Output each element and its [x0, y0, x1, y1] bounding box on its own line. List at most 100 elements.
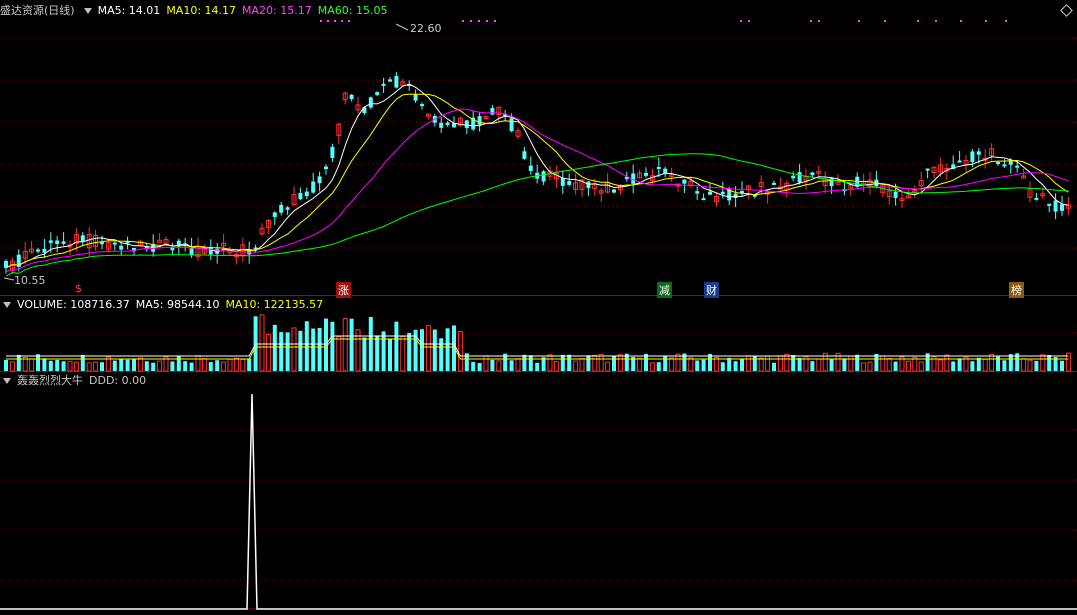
- volume-bar: [791, 354, 796, 371]
- volume-bar: [195, 355, 201, 372]
- candle-body: [80, 235, 85, 242]
- volume-bar: [515, 358, 521, 372]
- volume-bar: [605, 361, 611, 372]
- candle-body: [61, 241, 66, 244]
- volume-bar: [80, 354, 85, 371]
- candle-body: [996, 161, 1000, 164]
- volume-bar: [471, 361, 476, 371]
- volume-bar: [394, 321, 399, 371]
- volume-bar: [208, 362, 213, 371]
- volume-bar: [55, 359, 60, 371]
- volume-bar: [86, 362, 92, 372]
- volume-bar: [483, 355, 489, 372]
- volume-bar: [535, 362, 540, 371]
- candle-body: [528, 165, 533, 171]
- volume-bar: [432, 329, 437, 371]
- volume-bar: [73, 361, 79, 372]
- volume-bar: [586, 355, 591, 371]
- volume-bar: [758, 357, 764, 372]
- volume-bar: [496, 360, 502, 372]
- signal-dot: [810, 20, 812, 22]
- volume-bar: [29, 358, 35, 372]
- high-pointer: [395, 23, 409, 31]
- event-tag-limit-up[interactable]: 涨: [336, 282, 351, 298]
- volume-bar: [298, 330, 303, 371]
- volume-bar: [304, 321, 309, 371]
- volume-bar: [272, 324, 277, 371]
- candle-body: [797, 172, 802, 183]
- candle-body: [100, 242, 104, 245]
- volume-bar: [183, 361, 188, 371]
- candle-body: [772, 182, 776, 185]
- volume-bar: [420, 329, 424, 371]
- signal-dot: [960, 20, 962, 22]
- volume-bar: [553, 361, 559, 372]
- signal-dot: [494, 20, 496, 22]
- volume-bar: [937, 359, 943, 372]
- volume-bar: [265, 334, 271, 372]
- volume-bar: [733, 361, 738, 371]
- volume-bar: [816, 358, 822, 372]
- candle-body: [1060, 204, 1064, 211]
- volume-bar: [100, 362, 104, 371]
- signal-dot: [470, 20, 472, 22]
- signal-dot: [1005, 20, 1007, 22]
- candle-body: [388, 79, 392, 82]
- candle-body: [298, 193, 303, 200]
- candle-body: [893, 191, 898, 198]
- signal-dot: [334, 20, 336, 22]
- volume-bar: [720, 362, 725, 371]
- candle-body: [112, 242, 117, 245]
- candle-body: [810, 172, 815, 176]
- candle-body: [368, 97, 373, 108]
- volume-bar: [522, 354, 527, 371]
- volume-bar: [311, 328, 316, 371]
- volume-bar: [233, 357, 239, 372]
- volume-bar: [48, 360, 53, 371]
- candlestick-chart[interactable]: [0, 0, 1077, 615]
- volume-bar: [649, 362, 655, 372]
- volume-bar: [457, 331, 463, 372]
- volume-bar: [656, 362, 661, 371]
- volume-bar: [176, 356, 181, 371]
- volume-bar: [861, 362, 867, 372]
- signal-dot: [935, 20, 937, 22]
- volume-bar: [944, 354, 950, 372]
- volume-bar: [119, 359, 124, 371]
- volume-bar: [42, 358, 47, 371]
- candle-body: [272, 212, 277, 217]
- volume-bar: [1008, 354, 1013, 371]
- volume-bar: [592, 354, 598, 372]
- volume-bar: [279, 332, 284, 371]
- volume-bar: [452, 325, 456, 371]
- volume-ma5-line: [6, 335, 1069, 357]
- volume-bar: [727, 357, 732, 371]
- candle-body: [656, 166, 661, 169]
- volume-bar: [144, 361, 149, 371]
- candle-body: [279, 204, 284, 213]
- volume-bar: [713, 357, 719, 372]
- event-tag-ranking[interactable]: 榜: [1009, 282, 1024, 298]
- candle-body: [490, 107, 495, 115]
- candle-body: [560, 178, 565, 186]
- candle-body: [439, 122, 444, 128]
- volume-bar: [157, 360, 163, 372]
- volume-bar: [740, 358, 744, 371]
- candle-body: [157, 239, 163, 243]
- volume-bar: [579, 358, 585, 372]
- candle-body: [55, 240, 60, 244]
- candle-body: [567, 181, 572, 185]
- event-tag-dividend[interactable]: $: [75, 282, 82, 295]
- candle-body: [464, 120, 469, 129]
- event-tag-reduce[interactable]: 减: [657, 282, 672, 298]
- volume-bar: [905, 360, 911, 372]
- candle-body: [381, 83, 386, 86]
- volume-bar: [1021, 358, 1027, 372]
- event-tag-finance[interactable]: 财: [704, 282, 719, 298]
- volume-bar: [528, 355, 533, 371]
- volume-bar: [388, 338, 392, 371]
- volume-bar: [201, 358, 207, 372]
- signal-dot: [320, 20, 322, 22]
- candle-body: [970, 151, 975, 162]
- volume-bar: [663, 355, 668, 371]
